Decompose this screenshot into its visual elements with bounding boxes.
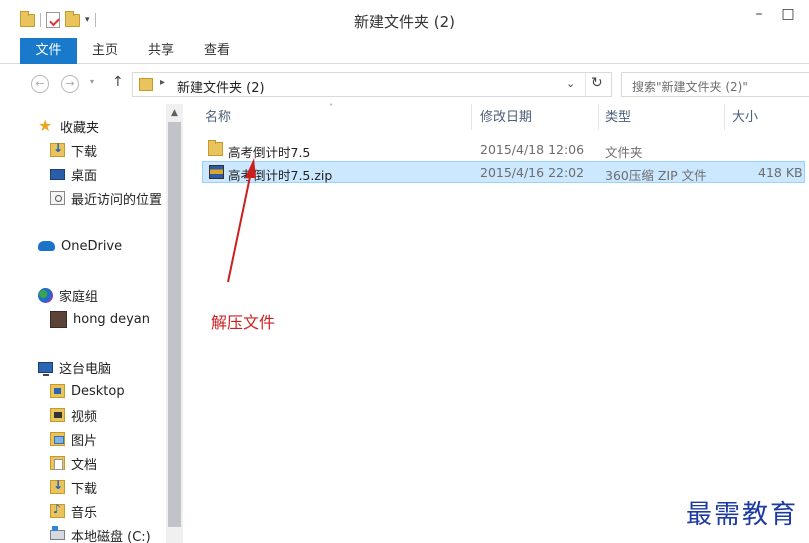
pictures-folder-icon (50, 432, 65, 446)
tab-home[interactable]: 主页 (84, 38, 126, 64)
breadcrumb-chevron-icon[interactable]: ▸ (160, 77, 165, 88)
sidebar-item-label: 文档 (71, 457, 98, 473)
sidebar-item-user[interactable]: hong deyan (50, 308, 150, 330)
sidebar-item-desktop-folder[interactable]: Desktop (50, 380, 125, 402)
sidebar-item-documents[interactable]: 文档 (50, 452, 97, 474)
tab-view[interactable]: 查看 (196, 38, 238, 64)
sidebar-item-label: OneDrive (61, 238, 123, 254)
sidebar-item-label: 本地磁盘 (C:) (71, 529, 151, 543)
desktop-icon (50, 168, 65, 180)
recent-places-icon (50, 191, 65, 205)
sidebar-item-recent-places[interactable]: 最近访问的位置 (50, 187, 162, 209)
file-row-zip[interactable]: 高考倒计时7.5.zip 2015/4/16 22:02 360压缩 ZIP 文… (202, 161, 805, 183)
watermark: 最需教育 (686, 500, 799, 530)
sidebar-item-videos[interactable]: 视频 (50, 404, 97, 426)
sidebar-item-pictures[interactable]: 图片 (50, 428, 97, 450)
sidebar-item-onedrive[interactable]: OneDrive (38, 235, 122, 257)
back-button[interactable]: ← (31, 75, 49, 93)
sidebar-item-label: 视频 (71, 409, 98, 425)
breadcrumb-current-folder[interactable]: 新建文件夹 (2) (177, 77, 265, 96)
file-type: 文件夹 (605, 145, 643, 160)
file-name[interactable]: 高考倒计时7.5 (228, 142, 310, 161)
folder-icon (208, 140, 223, 156)
navigation-pane: ★ 收藏夹 下载 桌面 最近访问的位置 OneDrive 家庭组 hong de… (0, 104, 183, 543)
folder-icon (139, 78, 153, 91)
local-disk-icon (50, 526, 65, 540)
title-bar: ▾ 新建文件夹 (2) – □ (0, 0, 809, 38)
sidebar-item-label: 音乐 (71, 505, 98, 521)
scroll-up-arrow-icon[interactable]: ▲ (166, 108, 183, 118)
file-date-modified: 2015/4/18 12:06 (480, 142, 585, 157)
column-divider[interactable] (598, 104, 599, 130)
user-avatar-icon (50, 310, 67, 328)
tab-share[interactable]: 共享 (140, 38, 182, 64)
downloads-folder-icon (50, 478, 65, 494)
scrollbar-thumb[interactable] (168, 122, 181, 527)
homegroup-icon (38, 287, 53, 303)
file-date-modified: 2015/4/16 22:02 (480, 165, 585, 180)
sidebar-item-music[interactable]: 音乐 (50, 500, 97, 522)
music-folder-icon (50, 502, 65, 518)
maximize-button[interactable]: □ (775, 6, 801, 22)
star-icon: ★ (38, 116, 53, 135)
tab-file[interactable]: 文件 (20, 38, 77, 64)
annotation-label: 解压文件 (211, 313, 276, 332)
minimize-button[interactable]: – (746, 6, 772, 22)
column-divider[interactable] (471, 104, 472, 130)
file-type: 360压缩 ZIP 文件 (605, 168, 707, 183)
file-list: ˄ 名称 修改日期 类型 大小 高考倒计时7.5 2015/4/18 12:06… (183, 103, 809, 543)
sidebar-item-desktop[interactable]: 桌面 (50, 163, 97, 185)
search-placeholder: 搜索"新建文件夹 (2)" (632, 80, 748, 94)
this-pc-icon (38, 361, 53, 376)
download-folder-icon (50, 141, 65, 157)
address-field[interactable]: ▸ 新建文件夹 (2) ⌄ ↻ (132, 72, 612, 97)
sidebar-item-homegroup[interactable]: 家庭组 (38, 284, 98, 306)
videos-folder-icon (50, 408, 65, 422)
ribbon-tab-bar: 文件 主页 共享 查看 (0, 38, 809, 64)
sidebar-item-label: 收藏夹 (60, 120, 100, 136)
window-title: 新建文件夹 (2) (353, 13, 456, 31)
recent-locations-dropdown-icon[interactable]: ▾ (90, 77, 94, 86)
address-divider (585, 73, 586, 96)
desktop-folder-icon (50, 384, 65, 398)
refresh-button[interactable]: ↻ (591, 75, 603, 91)
sidebar-item-label: 最近访问的位置 (71, 192, 163, 208)
file-row-folder[interactable]: 高考倒计时7.5 2015/4/18 12:06 文件夹 (202, 139, 805, 161)
navigation-pane-scrollbar[interactable]: ▲ (166, 104, 183, 543)
file-name[interactable]: 高考倒计时7.5.zip (228, 165, 332, 184)
onedrive-cloud-icon (38, 241, 55, 251)
forward-button[interactable]: → (61, 75, 79, 93)
column-header-date-modified[interactable]: 修改日期 (480, 110, 532, 134)
sidebar-item-downloads[interactable]: 下载 (50, 139, 97, 161)
sidebar-item-this-pc[interactable]: 这台电脑 (38, 356, 111, 378)
sidebar-item-label: 桌面 (71, 168, 98, 184)
file-size: 418 KB (758, 165, 803, 180)
sidebar-item-label: Desktop (71, 383, 125, 399)
sort-ascending-icon: ˄ (329, 103, 333, 112)
column-divider[interactable] (724, 104, 725, 130)
sidebar-item-label: 下载 (71, 144, 98, 160)
sidebar-item-local-disk[interactable]: 本地磁盘 (C:) (50, 524, 151, 543)
column-header-name[interactable]: 名称 (205, 110, 231, 134)
sidebar-item-label: 下载 (71, 481, 98, 497)
sidebar-item-label: 家庭组 (59, 289, 99, 305)
up-button[interactable]: ↑ (112, 74, 124, 90)
search-input[interactable]: 搜索"新建文件夹 (2)" (621, 72, 809, 97)
documents-folder-icon (50, 456, 65, 470)
sidebar-item-downloads-pc[interactable]: 下载 (50, 476, 97, 498)
sidebar-item-label: 这台电脑 (59, 361, 112, 377)
sidebar-item-favorites[interactable]: ★ 收藏夹 (38, 115, 99, 137)
zip-archive-icon (209, 165, 224, 179)
address-history-dropdown-icon[interactable]: ⌄ (566, 77, 575, 90)
sidebar-item-label: 图片 (71, 433, 98, 449)
sidebar-item-label: hong deyan (73, 311, 150, 327)
column-header-size[interactable]: 大小 (732, 110, 758, 134)
column-header-type[interactable]: 类型 (605, 110, 631, 134)
navigation-bar: ← → ▾ ↑ ▸ 新建文件夹 (2) ⌄ ↻ 搜索"新建文件夹 (2)" (0, 65, 809, 103)
